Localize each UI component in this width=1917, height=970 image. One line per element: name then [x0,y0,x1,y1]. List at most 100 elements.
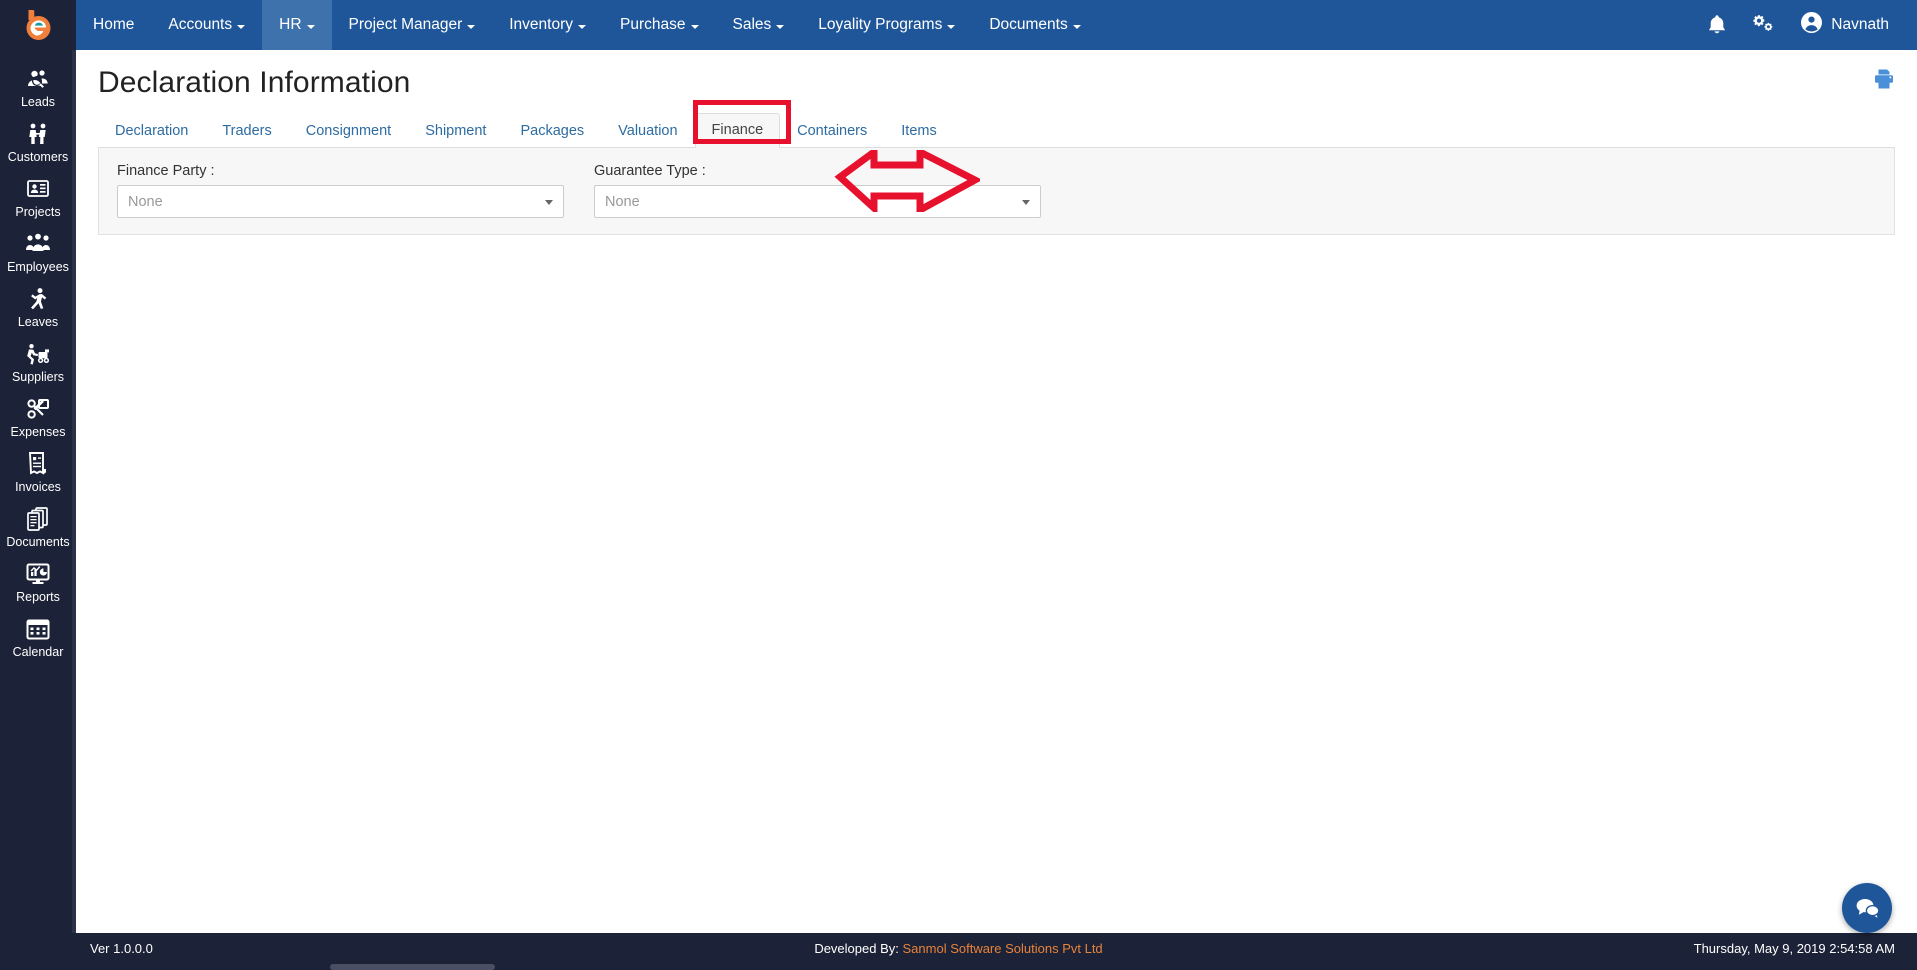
sidebar-item-label: Expenses [10,425,66,439]
printer-icon [1873,68,1895,90]
sidebar-item-leaves[interactable]: Leaves [0,280,76,335]
horizontal-scrollbar[interactable] [0,963,1917,970]
tab-declaration[interactable]: Declaration [98,114,205,148]
footer-bar: Ver 1.0.0.0 Developed By: Sanmol Softwar… [0,933,1917,963]
tab-consignment[interactable]: Consignment [289,114,408,148]
nav-item-sales[interactable]: Sales [716,0,802,50]
nav-item-documents[interactable]: Documents [972,0,1097,50]
sidebar-item-expenses[interactable]: Expenses [0,390,76,445]
chevron-down-icon [467,25,476,29]
sidebar-item-label: Invoices [15,480,61,494]
empty-content-area [76,235,1917,955]
main-content: Declaration Information Declaration Trad… [76,50,1917,955]
sidebar-edge-divider [72,50,76,955]
page-header: Declaration Information [76,50,1917,102]
tab-label: Containers [797,123,868,139]
sidebar-item-leads[interactable]: Leads [0,60,76,115]
sidebar-item-invoices[interactable]: Invoices [0,445,76,500]
tab-label: Items [901,123,937,139]
nav-item-label: HR [279,16,302,33]
chevron-down-icon [545,199,553,205]
sidebar-item-label: Calendar [12,645,64,659]
developed-by: Developed By: Sanmol Software Solutions … [0,941,1917,956]
developer-name-link[interactable]: Sanmol Software Solutions Pvt Ltd [903,941,1103,956]
nav-item-label: Purchase [620,16,686,33]
chat-button[interactable] [1842,883,1892,933]
sidebar-item-label: Suppliers [11,370,65,384]
gears-icon [1751,14,1775,36]
sidebar-menu: Leads Customers Projects Employees Leave… [0,50,76,665]
tab-label: Finance [711,122,764,138]
top-navbar: Home Accounts HR Project Manager Invento… [76,0,1917,50]
finance-form-row: Finance Party : None Guarantee Type : No… [99,162,1894,218]
tab-finance[interactable]: Finance [694,113,781,148]
application-window: Leads Customers Projects Employees Leave… [0,0,1917,970]
sidebar-item-label: Documents [6,535,70,549]
sidebar-item-calendar[interactable]: Calendar [0,610,76,665]
sidebar-item-employees[interactable]: Employees [0,225,76,280]
tab-containers[interactable]: Containers [780,114,884,148]
nav-item-accounts[interactable]: Accounts [151,0,262,50]
nav-item-label: Accounts [168,16,233,33]
navbar-right-actions: Navnath [1694,0,1917,50]
chevron-down-icon [690,25,699,29]
nav-item-project-manager[interactable]: Project Manager [332,0,493,50]
settings-button[interactable] [1740,0,1786,50]
nav-item-loyality-programs[interactable]: Loyality Programs [801,0,972,50]
finance-party-group: Finance Party : None [117,162,564,218]
guarantee-type-select[interactable]: None [594,185,1041,218]
developed-by-label: Developed By: [814,940,899,956]
bell-icon [1707,14,1727,36]
tab-label: Packages [520,123,585,139]
finance-party-select[interactable]: None [117,185,564,218]
sidebar-item-projects[interactable]: Projects [0,170,76,225]
nav-item-label: Home [93,16,135,33]
chevron-down-icon [578,25,587,29]
tab-bar: Declaration Traders Consignment Shipment… [98,113,1895,148]
sidebar-item-label: Employees [7,260,69,274]
user-menu[interactable]: Navnath [1800,11,1889,39]
guarantee-type-label: Guarantee Type : [594,163,706,179]
invoices-icon [25,451,51,477]
tab-shipment[interactable]: Shipment [408,114,503,148]
tab-label: Valuation [618,123,678,139]
tab-packages[interactable]: Packages [503,114,601,148]
tab-items[interactable]: Items [884,114,953,148]
nav-item-label: Documents [989,16,1068,33]
employees-icon [25,231,51,257]
sidebar-item-documents[interactable]: Documents [0,500,76,555]
projects-icon [25,176,51,202]
nav-item-label: Sales [732,16,772,33]
notifications-button[interactable] [1694,0,1740,50]
chat-bubbles-icon [1854,896,1880,920]
tab-label: Traders [222,123,272,139]
chevron-down-icon [1022,199,1030,205]
leads-icon [25,66,51,92]
nav-item-hr[interactable]: HR [262,0,332,50]
left-sidebar: Leads Customers Projects Employees Leave… [0,0,76,955]
sidebar-item-customers[interactable]: Customers [0,115,76,170]
scrollbar-thumb[interactable] [330,964,495,970]
tab-label: Shipment [425,123,487,139]
sidebar-item-reports[interactable]: Reports [0,555,76,610]
sidebar-item-label: Projects [15,205,61,219]
nav-item-label: Inventory [509,16,574,33]
documents-icon [25,506,51,532]
nav-item-home[interactable]: Home [76,0,151,50]
sidebar-item-suppliers[interactable]: Suppliers [0,335,76,390]
page-title: Declaration Information [98,66,411,99]
finance-party-label: Finance Party : [117,163,215,179]
leaves-icon [25,286,51,312]
customers-icon [25,121,51,147]
print-button[interactable] [1873,68,1895,90]
tab-traders[interactable]: Traders [205,114,288,148]
chevron-down-icon [947,25,956,29]
brand-logo[interactable] [0,0,76,50]
tab-valuation[interactable]: Valuation [601,114,694,148]
reports-icon [25,561,51,587]
nav-item-inventory[interactable]: Inventory [492,0,603,50]
chevron-down-icon [237,25,246,29]
chevron-down-icon [1072,25,1081,29]
chevron-down-icon [306,25,315,29]
nav-item-purchase[interactable]: Purchase [603,0,715,50]
